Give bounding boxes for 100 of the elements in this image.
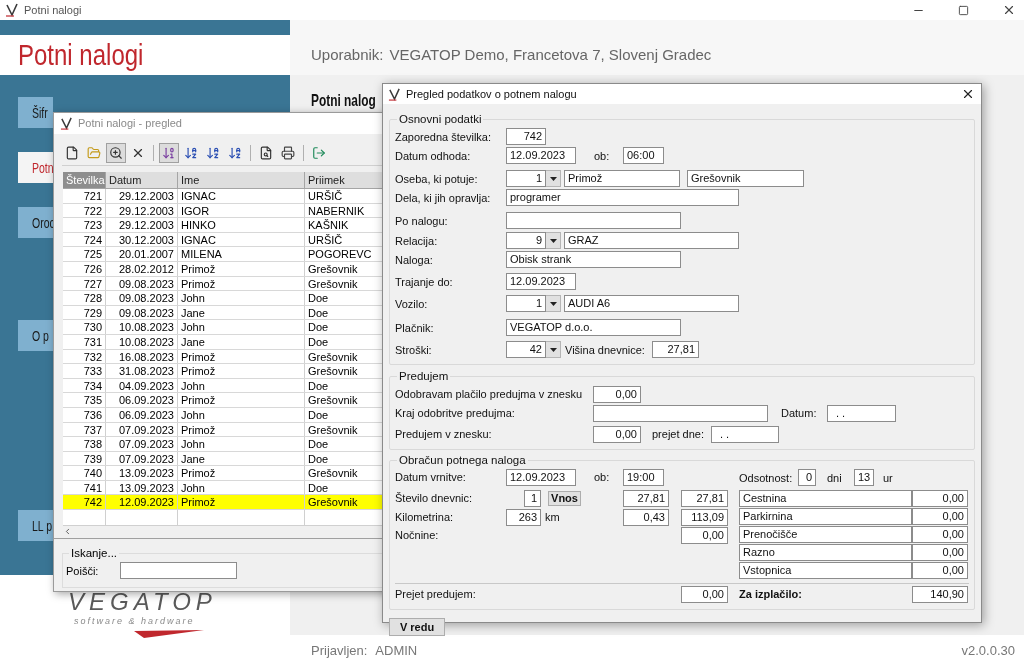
dropdown-button[interactable] bbox=[546, 170, 561, 188]
field-label: Število dnevnic: bbox=[395, 492, 473, 504]
user-name: VEGATOP Demo, Francetova 7, Slovenj Gradec bbox=[389, 44, 712, 65]
table-cell: John bbox=[178, 437, 305, 451]
field-label: Dela, ki jih opravlja: bbox=[395, 191, 491, 204]
text-field[interactable]: 0,00 bbox=[912, 507, 968, 525]
text-field[interactable]: . . bbox=[827, 404, 896, 422]
text-field[interactable]: 0,00 bbox=[912, 525, 968, 543]
field-label: Zaporedna številka: bbox=[395, 130, 491, 143]
text-field[interactable]: 0,00 bbox=[681, 585, 728, 603]
text-field[interactable]: 0,00 bbox=[593, 425, 641, 443]
text-field[interactable]: Primož bbox=[564, 170, 680, 188]
text-field[interactable]: 13 bbox=[854, 469, 874, 487]
text-field[interactable]: 1 bbox=[506, 295, 546, 313]
field-label: ob: bbox=[594, 149, 610, 162]
table-cell: 741 bbox=[63, 480, 106, 495]
table-cell: Primož bbox=[178, 393, 305, 407]
menu-button[interactable]: LL p bbox=[18, 510, 53, 541]
logo-text: VEGATOP bbox=[68, 589, 217, 615]
table-cell: 723 bbox=[63, 218, 106, 232]
table-cell: 29.12.2003 bbox=[106, 203, 178, 218]
menu-button[interactable]: Potn bbox=[18, 152, 53, 183]
text-field[interactable]: 1 bbox=[506, 170, 546, 188]
text-field[interactable]: Razno bbox=[739, 543, 912, 561]
sort-alpha-icon bbox=[228, 146, 242, 160]
ok-button[interactable]: V redu bbox=[389, 617, 445, 636]
table-cell: 738 bbox=[63, 437, 106, 451]
dropdown-button[interactable] bbox=[546, 295, 561, 313]
toolbar-button[interactable] bbox=[106, 143, 126, 163]
table-cell: 737 bbox=[63, 422, 106, 437]
table-cell: 725 bbox=[63, 247, 106, 261]
text-field[interactable]: 0,43 bbox=[623, 508, 669, 526]
text-field[interactable]: 12.09.2023 bbox=[506, 468, 576, 486]
text-field[interactable]: AUDI A6 bbox=[564, 295, 739, 313]
text-field[interactable]: 12.09.2023 bbox=[506, 147, 576, 165]
table-cell: 734 bbox=[63, 378, 106, 393]
table-cell: 727 bbox=[63, 276, 106, 291]
text-field[interactable]: 42 bbox=[506, 341, 546, 359]
text-field[interactable]: 0 bbox=[798, 469, 816, 487]
text-field[interactable]: 0,00 bbox=[593, 385, 641, 403]
entry-button[interactable]: Vnos bbox=[548, 490, 581, 506]
app-logo-icon bbox=[388, 87, 401, 101]
text-field[interactable]: 19:00 bbox=[623, 468, 664, 486]
table-cell: John bbox=[178, 320, 305, 334]
menu-button[interactable]: Šifr bbox=[18, 97, 53, 128]
text-field[interactable]: 140,90 bbox=[912, 585, 968, 603]
app-logo-icon bbox=[60, 117, 73, 130]
text-field[interactable] bbox=[506, 212, 681, 230]
table-cell: IGNAC bbox=[178, 232, 305, 247]
text-field[interactable]: 27,81 bbox=[623, 489, 669, 507]
text-field[interactable]: VEGATOP d.o.o. bbox=[506, 319, 681, 337]
text-field[interactable]: Parkirnina bbox=[739, 507, 912, 525]
text-field[interactable]: . . bbox=[711, 425, 779, 443]
text-field[interactable]: 27,81 bbox=[681, 489, 728, 507]
maximize-icon[interactable] bbox=[958, 4, 969, 16]
text-field[interactable]: Obisk strank bbox=[506, 251, 681, 269]
text-field[interactable]: GRAZ bbox=[564, 232, 739, 250]
printer-icon bbox=[281, 146, 295, 160]
text-field[interactable]: 0,00 bbox=[912, 489, 968, 507]
table-cell: 731 bbox=[63, 334, 106, 349]
table-cell: 729 bbox=[63, 305, 106, 320]
text-field[interactable]: 9 bbox=[506, 232, 546, 250]
text-field[interactable]: 27,81 bbox=[652, 341, 699, 359]
group-legend: Predujem bbox=[397, 368, 451, 386]
text-field[interactable] bbox=[593, 404, 768, 422]
field-label: Vozilo: bbox=[395, 297, 428, 310]
table-cell: 742 bbox=[63, 495, 106, 510]
caret-icon bbox=[549, 176, 557, 181]
text-field[interactable]: Cestnina bbox=[739, 489, 912, 507]
delete-icon bbox=[131, 146, 145, 160]
user-label: Uporabnik: bbox=[311, 44, 384, 65]
window-title: Pregled podatkov o potnem nalogu bbox=[406, 86, 577, 102]
text-field[interactable]: 113,09 bbox=[681, 508, 728, 526]
table-cell: 28.02.2012 bbox=[106, 261, 178, 276]
text-field[interactable] bbox=[120, 562, 237, 580]
field-label: Odsotnost: bbox=[739, 471, 793, 484]
text-field[interactable]: 263 bbox=[506, 508, 541, 526]
text-field[interactable]: 0,00 bbox=[681, 526, 728, 544]
text-field[interactable]: 12.09.2023 bbox=[506, 273, 576, 291]
column-header[interactable]: Ime bbox=[178, 172, 305, 189]
menu-button[interactable]: O p bbox=[18, 320, 53, 351]
table-cell: 739 bbox=[63, 451, 106, 466]
text-field[interactable]: programer bbox=[506, 189, 739, 207]
text-field[interactable]: Grešovnik bbox=[687, 170, 804, 188]
text-field[interactable]: Prenočišče bbox=[739, 525, 912, 543]
dropdown-button[interactable] bbox=[546, 341, 561, 359]
dropdown-button[interactable] bbox=[546, 232, 561, 250]
text-field[interactable]: Vstopnica bbox=[739, 561, 912, 579]
group-legend: Osnovni podatki bbox=[397, 111, 484, 129]
app-logo-icon bbox=[5, 3, 19, 17]
field-label: Datum vrnitve: bbox=[395, 471, 466, 483]
close-icon[interactable] bbox=[961, 87, 975, 101]
close-icon[interactable] bbox=[1002, 3, 1016, 17]
text-field[interactable]: 0,00 bbox=[912, 561, 968, 579]
text-field[interactable]: 742 bbox=[506, 128, 546, 146]
text-field[interactable]: 0,00 bbox=[912, 543, 968, 561]
text-field[interactable]: 06:00 bbox=[623, 147, 664, 165]
table-cell: IGNAC bbox=[178, 189, 305, 203]
text-field[interactable]: 1 bbox=[524, 489, 541, 507]
column-header[interactable]: Datum bbox=[106, 172, 178, 189]
